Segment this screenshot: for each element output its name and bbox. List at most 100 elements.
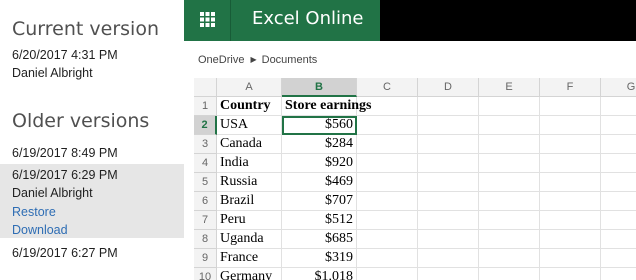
older-version-item[interactable]: 6/19/2017 8:49 PM	[12, 146, 118, 160]
row-header[interactable]: 2	[194, 116, 217, 135]
row-header[interactable]: 3	[194, 135, 217, 154]
cell-b1[interactable]: Store earnings	[282, 97, 371, 116]
cell-empty[interactable]	[418, 268, 479, 280]
cell-b7[interactable]: $512	[282, 211, 357, 230]
cell-empty[interactable]	[479, 268, 540, 280]
cell-a7[interactable]: Peru	[217, 211, 282, 230]
cell-b8[interactable]: $685	[282, 230, 357, 249]
row-header[interactable]: 4	[194, 154, 217, 173]
cell-empty[interactable]	[418, 135, 479, 154]
cell-empty[interactable]	[540, 192, 601, 211]
cell-empty[interactable]	[357, 192, 418, 211]
cell-empty[interactable]	[357, 135, 418, 154]
cell-b5[interactable]: $469	[282, 173, 357, 192]
cell-a6[interactable]: Brazil	[217, 192, 282, 211]
column-header-e[interactable]: E	[479, 78, 540, 97]
column-header-b[interactable]: B	[282, 78, 357, 97]
select-all-corner[interactable]	[194, 78, 217, 97]
restore-link[interactable]: Restore	[12, 205, 56, 219]
cell-empty[interactable]	[479, 154, 540, 173]
cell-empty[interactable]	[479, 230, 540, 249]
cell-empty[interactable]	[540, 268, 601, 280]
cell-empty[interactable]	[357, 249, 418, 268]
cell-empty[interactable]	[357, 173, 418, 192]
column-header-a[interactable]: A	[217, 78, 282, 97]
cell-empty[interactable]	[418, 97, 479, 116]
selected-version-date[interactable]: 6/19/2017 6:29 PM	[12, 168, 118, 182]
cell-empty[interactable]	[601, 192, 636, 211]
cell-a10[interactable]: Germany	[217, 268, 282, 280]
cell-empty[interactable]	[357, 268, 418, 280]
app-launcher-button[interactable]	[184, 0, 231, 41]
cell-empty[interactable]	[601, 154, 636, 173]
selected-version-author: Daniel Albright	[12, 186, 93, 200]
cell-empty[interactable]	[418, 173, 479, 192]
cell-empty[interactable]	[418, 154, 479, 173]
cell-empty[interactable]	[601, 135, 636, 154]
cell-empty[interactable]	[418, 249, 479, 268]
cell-empty[interactable]	[540, 230, 601, 249]
cell-a5[interactable]: Russia	[217, 173, 282, 192]
cell-empty[interactable]	[479, 135, 540, 154]
cell-empty[interactable]	[479, 116, 540, 135]
cell-empty[interactable]	[601, 211, 636, 230]
cell-b4[interactable]: $920	[282, 154, 357, 173]
current-version-heading: Current version	[12, 18, 159, 40]
cell-a8[interactable]: Uganda	[217, 230, 282, 249]
cell-a3[interactable]: Canada	[217, 135, 282, 154]
cell-empty[interactable]	[418, 192, 479, 211]
cell-empty[interactable]	[540, 154, 601, 173]
download-link[interactable]: Download	[12, 223, 68, 237]
cell-empty[interactable]	[540, 249, 601, 268]
cell-empty[interactable]	[418, 230, 479, 249]
cell-a4[interactable]: India	[217, 154, 282, 173]
cell-empty[interactable]	[601, 268, 636, 280]
cell-empty[interactable]	[357, 211, 418, 230]
breadcrumb-documents[interactable]: Documents	[262, 54, 318, 66]
cell-empty[interactable]	[418, 211, 479, 230]
cell-a1[interactable]: Country	[217, 97, 282, 116]
cell-empty[interactable]	[540, 173, 601, 192]
cell-empty[interactable]	[479, 211, 540, 230]
cell-empty[interactable]	[479, 97, 540, 116]
row-header[interactable]: 5	[194, 173, 217, 192]
cell-empty[interactable]	[540, 211, 601, 230]
cell-b9[interactable]: $319	[282, 249, 357, 268]
cell-a2[interactable]: USA	[217, 116, 282, 135]
cell-empty[interactable]	[479, 192, 540, 211]
older-version-item[interactable]: 6/19/2017 6:27 PM	[12, 246, 118, 260]
cell-empty[interactable]	[479, 249, 540, 268]
column-header-f[interactable]: F	[540, 78, 601, 97]
cell-empty[interactable]	[601, 230, 636, 249]
row-header[interactable]: 8	[194, 230, 217, 249]
cell-empty[interactable]	[601, 173, 636, 192]
row-header[interactable]: 10	[194, 268, 217, 280]
row-header[interactable]: 1	[194, 97, 217, 116]
cell-empty[interactable]	[357, 97, 418, 116]
column-header-d[interactable]: D	[418, 78, 479, 97]
column-header-g[interactable]: G	[601, 78, 636, 97]
cell-b3[interactable]: $284	[282, 135, 357, 154]
cell-empty[interactable]	[479, 173, 540, 192]
cell-a9[interactable]: France	[217, 249, 282, 268]
cell-empty[interactable]	[540, 135, 601, 154]
cell-empty[interactable]	[601, 249, 636, 268]
row-header[interactable]: 7	[194, 211, 217, 230]
cell-b10[interactable]: $1,018	[282, 268, 357, 280]
row-header[interactable]: 6	[194, 192, 217, 211]
cell-b2-selected[interactable]: $560	[282, 116, 357, 135]
row-header[interactable]: 9	[194, 249, 217, 268]
cell-empty[interactable]	[601, 97, 636, 116]
breadcrumb-onedrive[interactable]: OneDrive	[198, 54, 244, 66]
column-header-c[interactable]: C	[357, 78, 418, 97]
cell-empty[interactable]	[601, 116, 636, 135]
current-version-date[interactable]: 6/20/2017 4:31 PM	[12, 48, 118, 62]
cell-empty[interactable]	[357, 116, 418, 135]
cell-b6[interactable]: $707	[282, 192, 357, 211]
cell-empty[interactable]	[357, 154, 418, 173]
cell-empty[interactable]	[357, 230, 418, 249]
cell-empty[interactable]	[540, 116, 601, 135]
cell-empty[interactable]	[418, 116, 479, 135]
app-title[interactable]: Excel Online	[252, 8, 363, 29]
cell-empty[interactable]	[540, 97, 601, 116]
